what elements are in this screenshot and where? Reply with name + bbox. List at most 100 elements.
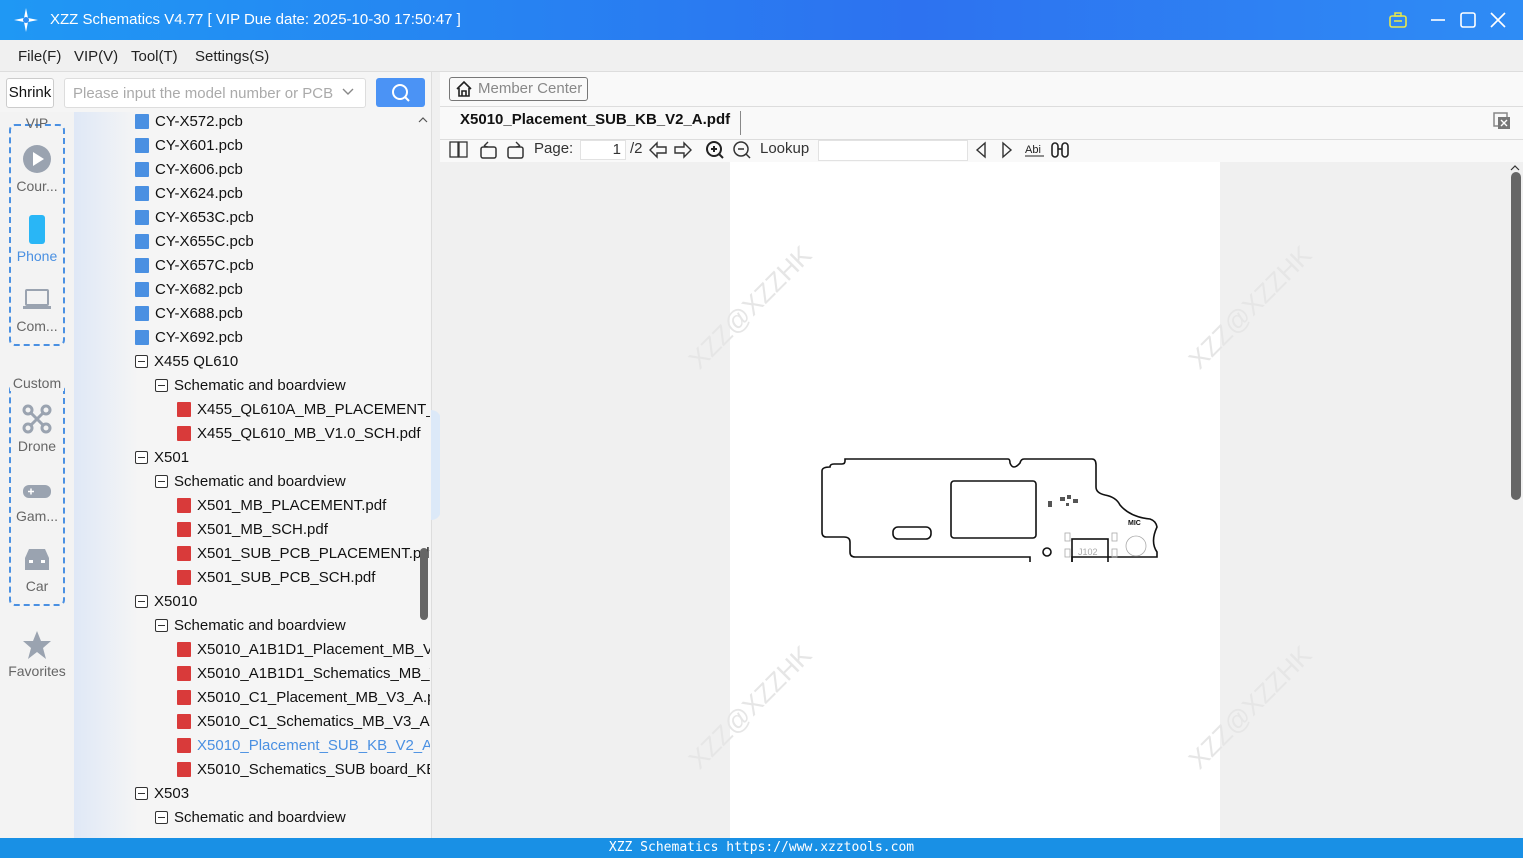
pdf-file-icon — [177, 737, 191, 753]
scroll-up-icon[interactable] — [418, 116, 428, 124]
tree-file[interactable]: X455_QL610_MB_V1.0_SCH.pdf — [177, 422, 420, 446]
tree-file[interactable]: CY-X657C.pcb — [135, 254, 254, 278]
tree-file[interactable]: X5010_A1B1D1_Placement_MB_V — [177, 638, 430, 662]
tree-item-label: X5010_Placement_SUB_KB_V2_A.pdf — [197, 737, 430, 754]
pdf-toolbar: Page: 1 /2 Lookup Abi — [440, 140, 1523, 162]
collapse-icon[interactable] — [155, 474, 168, 488]
zoom-in-icon[interactable] — [705, 140, 725, 160]
tree-file[interactable]: X501_MB_SCH.pdf — [177, 518, 328, 542]
app-logo-icon — [14, 8, 38, 32]
collapse-icon[interactable] — [155, 810, 168, 824]
find-previous-icon[interactable] — [973, 140, 989, 160]
sidebar-item-computer[interactable]: Com... — [0, 318, 74, 334]
member-center-label: Member Center — [478, 80, 583, 97]
find-next-icon[interactable] — [999, 140, 1015, 160]
briefcase-icon[interactable] — [1389, 11, 1407, 29]
pdf-viewer[interactable]: XZZ@XZZHK XZZ@XZZHK XZZ@XZZHK XZZ@XZZHK … — [440, 162, 1523, 838]
star-icon[interactable] — [22, 630, 52, 660]
car-icon[interactable] — [22, 544, 52, 574]
tree-folder[interactable]: Schematic and boardview — [155, 806, 346, 830]
pcb-file-icon — [135, 281, 149, 297]
tree-file[interactable]: CY-X653C.pcb — [135, 206, 254, 230]
tree-folder[interactable]: X503 — [135, 782, 189, 806]
menu-tool[interactable]: Tool(T) — [131, 48, 178, 65]
tree-file[interactable]: CY-X692.pcb — [135, 326, 243, 350]
match-case-icon[interactable]: Abi — [1024, 140, 1046, 160]
tree-folder[interactable]: Schematic and boardview — [155, 374, 346, 398]
tree-item-label: X5010_A1B1D1_Schematics_MB_V — [197, 665, 430, 682]
tab-current-document[interactable]: X5010_Placement_SUB_KB_V2_A.pdf — [460, 111, 742, 135]
rotate-left-icon[interactable] — [479, 140, 499, 160]
tree-file[interactable]: X5010_Schematics_SUB board_KB — [177, 758, 430, 782]
tree-item-label: CY-X688.pcb — [155, 305, 243, 322]
sidebar-item-drone[interactable]: Drone — [0, 438, 74, 454]
phone-icon[interactable] — [22, 214, 52, 244]
tree-file[interactable]: CY-X606.pcb — [135, 158, 243, 182]
binoculars-icon[interactable] — [1050, 140, 1072, 160]
search-button[interactable] — [376, 78, 425, 107]
previous-page-icon[interactable] — [648, 140, 668, 160]
lookup-input[interactable] — [818, 140, 968, 161]
laptop-icon[interactable] — [22, 284, 52, 314]
tree-item-label: CY-X606.pcb — [155, 161, 243, 178]
zoom-out-icon[interactable] — [732, 140, 752, 160]
collapse-icon[interactable] — [135, 354, 148, 368]
collapse-icon[interactable] — [135, 450, 148, 464]
tree-file[interactable]: X5010_Placement_SUB_KB_V2_A.pdf — [177, 734, 430, 758]
tree-folder[interactable]: Schematic and boardview — [155, 470, 346, 494]
gamepad-icon[interactable] — [22, 476, 52, 506]
tree-file[interactable]: X5010_A1B1D1_Schematics_MB_V — [177, 662, 430, 686]
mic-label: MIC — [1128, 520, 1141, 527]
collapse-icon[interactable] — [135, 786, 148, 800]
menu-settings[interactable]: Settings(S) — [195, 48, 269, 65]
tree-file[interactable]: X5010_C1_Schematics_MB_V3_A.pdf — [177, 710, 430, 734]
tree-file[interactable]: CY-X688.pcb — [135, 302, 243, 326]
viewer-scrollbar-thumb[interactable] — [1511, 172, 1521, 500]
vip-group-label: VIP — [25, 115, 49, 131]
menu-vip[interactable]: VIP(V) — [74, 48, 118, 65]
title-bar: XZZ Schematics V4.77 [ VIP Due date: 202… — [0, 0, 1523, 40]
two-page-view-icon[interactable] — [449, 140, 469, 160]
pdf-file-icon — [177, 713, 191, 729]
next-page-icon[interactable] — [673, 140, 693, 160]
close-tab-icon[interactable] — [1493, 112, 1511, 130]
play-icon[interactable] — [22, 144, 52, 174]
tree-file[interactable]: CY-X682.pcb — [135, 278, 243, 302]
menu-file[interactable]: File(F) — [18, 48, 61, 65]
sidebar-item-phone[interactable]: Phone — [0, 248, 74, 264]
pcb-file-icon — [135, 185, 149, 201]
sidebar-item-favorites[interactable]: Favorites — [0, 663, 74, 679]
close-icon[interactable] — [1490, 12, 1506, 28]
collapse-icon[interactable] — [155, 618, 168, 632]
tree-folder[interactable]: X501 — [135, 446, 189, 470]
sidebar-item-games[interactable]: Gam... — [0, 508, 74, 524]
tree-scrollbar-thumb[interactable] — [420, 548, 428, 620]
minimize-icon[interactable] — [1430, 12, 1446, 28]
rotate-right-icon[interactable] — [506, 140, 526, 160]
page-number-input[interactable]: 1 — [580, 140, 626, 160]
tree-file[interactable]: X501_SUB_PCB_PLACEMENT.pdf — [177, 542, 430, 566]
scroll-up-icon[interactable] — [1510, 164, 1520, 172]
drone-icon[interactable] — [22, 404, 52, 434]
model-search-input[interactable]: Please input the model number or PCB — [64, 78, 366, 108]
tree-file[interactable]: X501_SUB_PCB_SCH.pdf — [177, 566, 375, 590]
tree-file[interactable]: X5010_C1_Placement_MB_V3_A.pdf — [177, 686, 430, 710]
shrink-button[interactable]: Shrink — [6, 78, 54, 108]
tree-file[interactable]: CY-X601.pcb — [135, 134, 243, 158]
pcb-file-icon — [135, 305, 149, 321]
tree-folder[interactable]: X5010 — [135, 590, 197, 614]
maximize-icon[interactable] — [1460, 12, 1476, 28]
tree-folder[interactable]: X455 QL610 — [135, 350, 238, 374]
tree-file[interactable]: CY-X655C.pcb — [135, 230, 254, 254]
sidebar-item-courses[interactable]: Cour... — [0, 178, 74, 194]
tree-file[interactable]: CY-X624.pcb — [135, 182, 243, 206]
tree-file[interactable]: CY-X572.pcb — [135, 112, 243, 134]
collapse-icon[interactable] — [155, 378, 168, 392]
sidebar-item-car[interactable]: Car — [0, 578, 74, 594]
pcb-file-icon — [135, 161, 149, 177]
tree-file[interactable]: X501_MB_PLACEMENT.pdf — [177, 494, 386, 518]
tree-file[interactable]: X455_QL610A_MB_PLACEMENT_V — [177, 398, 430, 422]
chevron-down-icon[interactable] — [342, 87, 354, 97]
tree-folder[interactable]: Schematic and boardview — [155, 614, 346, 638]
collapse-icon[interactable] — [135, 594, 148, 608]
